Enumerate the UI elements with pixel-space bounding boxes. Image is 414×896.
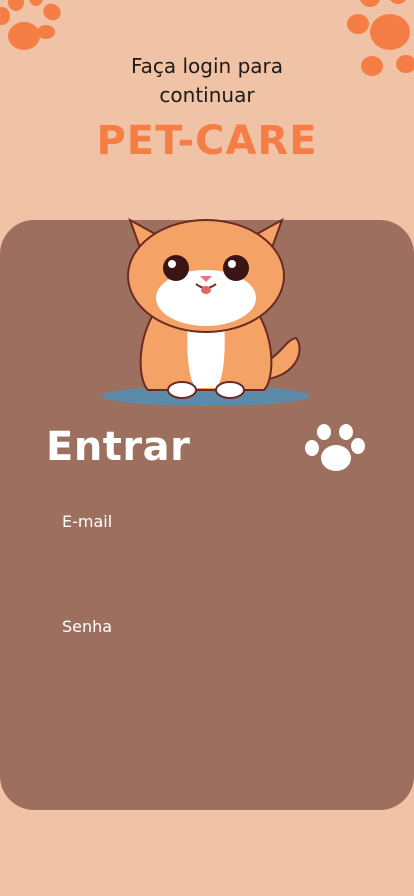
paw-icon [302, 424, 366, 478]
login-prompt-line2: continuar [159, 83, 255, 107]
cat-illustration [96, 180, 316, 410]
password-label: Senha [62, 617, 113, 636]
login-title: Entrar [46, 424, 191, 470]
email-field[interactable] [62, 540, 352, 580]
login-prompt-line1: Faça login para [130, 54, 284, 78]
password-field[interactable] [62, 645, 352, 685]
email-label: E-mail [62, 512, 113, 531]
brand-logo-text: PET-CARE [96, 118, 318, 164]
login-prompt: Faça login para continuar [0, 52, 414, 110]
